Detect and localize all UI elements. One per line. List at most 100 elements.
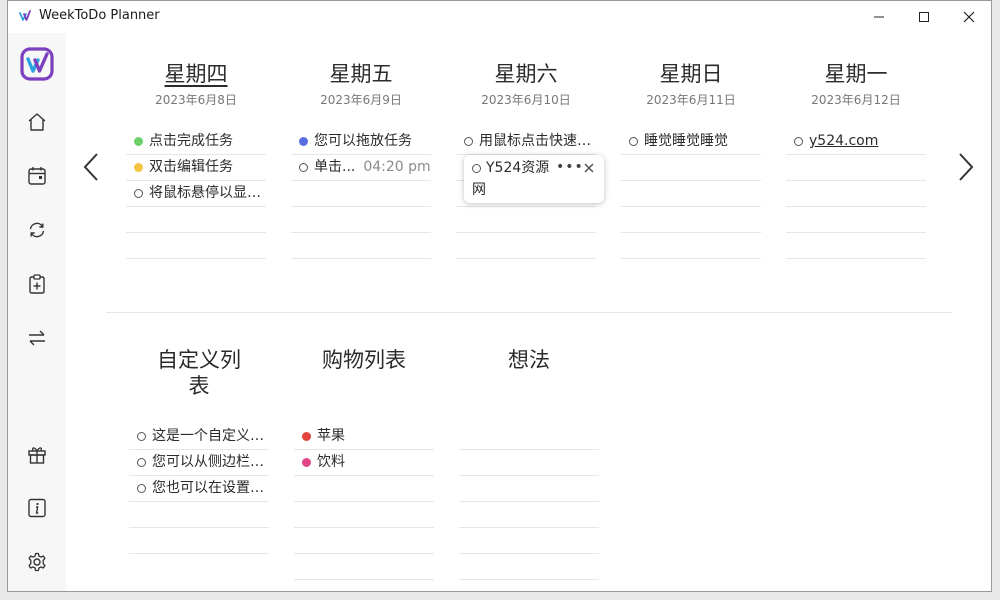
task-checkbox[interactable]	[299, 163, 308, 172]
task-text[interactable]: 您也可以在设置中更改	[152, 476, 269, 501]
task-row[interactable]	[126, 207, 266, 233]
day-date: 2023年6月9日	[320, 93, 402, 107]
task-label: 您可以从侧边栏添加	[152, 454, 269, 470]
task-color-dot[interactable]	[134, 137, 143, 146]
add-list-button[interactable]	[24, 271, 50, 297]
task-row[interactable]	[456, 233, 596, 259]
task-row[interactable]	[294, 502, 434, 528]
task-row[interactable]	[459, 554, 599, 580]
task-edit-text[interactable]: Y524资源网	[472, 157, 552, 201]
calendar-button[interactable]	[24, 163, 50, 189]
task-color-dot[interactable]	[302, 458, 311, 467]
task-row[interactable]	[786, 155, 926, 181]
task-row[interactable]: 用鼠标点击快速完成	[456, 129, 596, 155]
task-row[interactable]	[621, 155, 761, 181]
weektodo-logo-icon[interactable]	[20, 47, 54, 81]
list-name[interactable]: 购物列表	[314, 347, 414, 373]
task-row[interactable]	[621, 233, 761, 259]
task-row[interactable]: 睡觉睡觉睡觉	[621, 129, 761, 155]
task-row[interactable]: 这是一个自定义列表	[129, 424, 269, 450]
task-edit-popup[interactable]: Y524资源网 •••	[464, 155, 604, 203]
task-row[interactable]: 点击完成任务	[126, 129, 266, 155]
task-checkbox[interactable]	[137, 458, 146, 467]
about-button[interactable]	[24, 495, 50, 521]
title-bar[interactable]: WeekToDo Planner	[8, 1, 991, 33]
task-row[interactable]: 双击编辑任务	[126, 155, 266, 181]
close-icon[interactable]	[582, 161, 596, 175]
task-row[interactable]: 单击... 04:20 pm	[291, 155, 431, 181]
task-row[interactable]	[456, 207, 596, 233]
task-text[interactable]: 用鼠标点击快速完成	[479, 129, 596, 154]
day-name-text: 星期六	[494, 62, 558, 86]
task-text[interactable]: 双击编辑任务	[149, 155, 266, 180]
task-checkbox[interactable]	[134, 189, 143, 198]
previous-week-button[interactable]	[79, 150, 103, 184]
task-row[interactable]: 苹果	[294, 424, 434, 450]
task-checkbox[interactable]	[464, 137, 473, 146]
task-row[interactable]	[126, 233, 266, 259]
task-text[interactable]: 苹果	[317, 424, 434, 449]
close-window-button[interactable]	[946, 1, 992, 33]
custom-list-column: 自定义列表这是一个自定义列表您可以从侧边栏添加您也可以在设置中更改	[129, 347, 269, 554]
task-row[interactable]	[786, 207, 926, 233]
task-text[interactable]: 您可以从侧边栏添加	[152, 450, 269, 475]
task-row[interactable]: 您可以从侧边栏添加	[129, 450, 269, 476]
task-row[interactable]: 您可以拖放任务	[291, 129, 431, 155]
task-text[interactable]: 睡觉睡觉睡觉	[644, 129, 761, 154]
minimize-button[interactable]	[856, 1, 902, 33]
task-row[interactable]	[459, 502, 599, 528]
next-week-button[interactable]	[954, 150, 978, 184]
task-row[interactable]	[786, 233, 926, 259]
sync-button[interactable]	[24, 217, 50, 243]
calendar-icon	[28, 167, 46, 185]
task-row[interactable]	[291, 207, 431, 233]
task-label: 您可以拖放任务	[314, 133, 412, 149]
task-checkbox[interactable]	[137, 432, 146, 441]
day-name: 星期一	[786, 59, 926, 89]
task-text[interactable]: 饮料	[317, 450, 434, 475]
list-name[interactable]: 想法	[479, 347, 579, 373]
maximize-button[interactable]	[901, 1, 947, 33]
task-text[interactable]: 这是一个自定义列表	[152, 424, 269, 449]
task-row[interactable]	[291, 181, 431, 207]
task-color-dot[interactable]	[134, 163, 143, 172]
task-text[interactable]: 您可以拖放任务	[314, 129, 431, 154]
task-row[interactable]: 您也可以在设置中更改	[129, 476, 269, 502]
task-checkbox[interactable]	[137, 484, 146, 493]
task-row[interactable]: 饮料	[294, 450, 434, 476]
more-options-button[interactable]: •••	[556, 159, 584, 175]
settings-button[interactable]	[24, 549, 50, 575]
task-row[interactable]	[294, 476, 434, 502]
task-row[interactable]	[129, 528, 269, 554]
task-row[interactable]	[459, 528, 599, 554]
task-text[interactable]: y524.com	[809, 129, 926, 154]
home-button[interactable]	[24, 109, 50, 135]
task-row[interactable]	[459, 450, 599, 476]
import-export-button[interactable]	[24, 325, 50, 351]
task-row[interactable]	[294, 528, 434, 554]
task-color-dot[interactable]	[299, 137, 308, 146]
task-checkbox[interactable]	[629, 137, 638, 146]
task-row[interactable]	[459, 476, 599, 502]
close-icon	[963, 11, 975, 23]
task-row[interactable]: 将鼠标悬停以显示更多	[126, 181, 266, 207]
task-label: 点击完成任务	[149, 133, 233, 149]
day-name: 星期四	[126, 59, 266, 89]
task-row[interactable]	[294, 554, 434, 580]
task-text[interactable]: 单击... 04:20 pm	[314, 155, 431, 180]
task-row[interactable]	[459, 424, 599, 450]
task-checkbox[interactable]	[794, 137, 803, 146]
task-color-dot[interactable]	[302, 432, 311, 441]
list-name[interactable]: 自定义列表	[149, 347, 249, 399]
task-text[interactable]: 点击完成任务	[149, 129, 266, 154]
task-row[interactable]	[621, 181, 761, 207]
task-row[interactable]	[786, 181, 926, 207]
gift-button[interactable]	[24, 441, 50, 467]
task-row[interactable]	[291, 233, 431, 259]
task-time: 04:20 pm	[363, 159, 431, 175]
task-row[interactable]: y524.com	[786, 129, 926, 155]
task-text[interactable]: 将鼠标悬停以显示更多	[149, 181, 266, 206]
task-row[interactable]	[621, 207, 761, 233]
task-label: 将鼠标悬停以显示更多	[149, 185, 266, 201]
task-row[interactable]	[129, 502, 269, 528]
